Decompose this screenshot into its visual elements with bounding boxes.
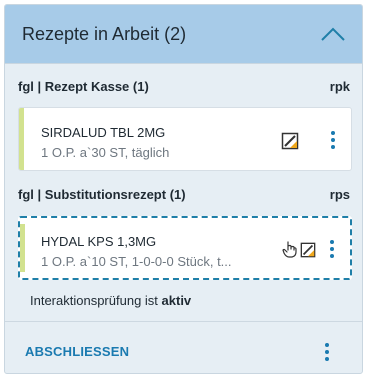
interaction-label: Interaktionsprüfung ist bbox=[30, 293, 162, 308]
interaction-status: aktiv bbox=[161, 293, 192, 308]
drug-name: SIRDALUD TBL 2MG bbox=[41, 125, 166, 140]
more-vertical-icon[interactable] bbox=[326, 239, 338, 259]
group-title: fgl | Rezept Kasse (1) bbox=[18, 79, 149, 94]
more-vertical-icon[interactable] bbox=[327, 130, 339, 150]
panel-title: Rezepte in Arbeit (2) bbox=[22, 24, 187, 44]
edit-document-icon[interactable] bbox=[300, 242, 316, 258]
finish-button[interactable]: ABSCHLIESSEN bbox=[25, 344, 129, 359]
group-header-substitutionsrezept: fgl | Substitutionsrezept (1) rps bbox=[18, 187, 350, 205]
prescription-item[interactable]: SIRDALUD TBL 2MG 1 O.P. a`30 ST, täglich bbox=[18, 107, 352, 171]
prescriptions-panel: Rezepte in Arbeit (2) fgl | Rezept Kasse… bbox=[4, 4, 363, 374]
status-stripe bbox=[19, 108, 24, 170]
edit-document-icon[interactable] bbox=[281, 132, 299, 150]
status-stripe bbox=[20, 224, 25, 272]
panel-header[interactable]: Rezepte in Arbeit (2) bbox=[5, 5, 362, 64]
hand-pointer-icon[interactable] bbox=[282, 240, 298, 258]
divider bbox=[5, 321, 362, 322]
drug-detail: 1 O.P. a`30 ST, täglich bbox=[41, 145, 170, 160]
group-code: rpk bbox=[329, 79, 350, 94]
group-header-rezept-kasse: fgl | Rezept Kasse (1) rpk bbox=[18, 79, 350, 97]
drug-detail: 1 O.P. a`10 ST, 1-0-0-0 Stück, t... bbox=[41, 254, 232, 269]
interaction-check-status: Interaktionsprüfung ist aktiv bbox=[30, 293, 191, 308]
group-code: rps bbox=[329, 187, 350, 202]
prescription-item-selected[interactable]: HYDAL KPS 1,3MG 1 O.P. a`10 ST, 1-0-0-0 … bbox=[18, 216, 352, 280]
group-title: fgl | Substitutionsrezept (1) bbox=[18, 187, 186, 202]
drug-name: HYDAL KPS 1,3MG bbox=[41, 234, 157, 249]
chevron-up-icon[interactable] bbox=[320, 25, 346, 43]
more-vertical-icon[interactable] bbox=[321, 342, 333, 362]
